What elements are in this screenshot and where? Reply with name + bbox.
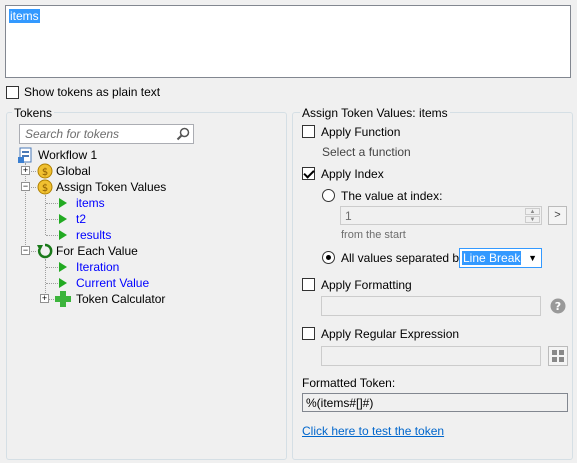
play-icon <box>59 230 67 240</box>
play-icon <box>59 198 67 208</box>
formatted-token-label: Formatted Token: <box>302 376 396 390</box>
all-values-label: All values separated by: <box>341 251 469 265</box>
spin-down-icon[interactable]: ▼ <box>525 216 540 223</box>
assign-expander[interactable]: − <box>21 182 30 191</box>
tree-item-foreach[interactable]: For Each Value <box>56 244 138 258</box>
index-value: 1 <box>345 209 352 223</box>
value-at-index-radio[interactable] <box>322 189 335 202</box>
tree-item-t2[interactable]: t2 <box>76 212 86 226</box>
apply-regex-label: Apply Regular Expression <box>321 327 460 341</box>
apply-index-checkbox[interactable] <box>302 167 315 180</box>
apply-formatting-label: Apply Formatting <box>321 278 412 292</box>
play-icon <box>59 214 67 224</box>
select-function-link[interactable]: Select a function <box>322 145 411 159</box>
play-icon <box>59 262 67 272</box>
chevron-right-icon: > <box>554 209 561 221</box>
formatted-token-field[interactable]: %(items#[]#) <box>302 393 568 412</box>
assign-group-title: Assign Token Values: items <box>300 106 450 120</box>
svg-text:$: $ <box>42 183 48 194</box>
formatted-token-value: %(items#[]#) <box>306 396 374 410</box>
calc-expander[interactable]: + <box>40 294 49 303</box>
apply-function-checkbox[interactable] <box>302 125 315 138</box>
apply-function-label: Apply Function <box>321 125 401 139</box>
global-expander[interactable]: + <box>21 166 30 175</box>
tree-item-current-value[interactable]: Current Value <box>76 276 149 290</box>
formatting-input[interactable] <box>321 296 541 316</box>
apply-formatting-checkbox[interactable] <box>302 278 315 291</box>
tree-item-iteration[interactable]: Iteration <box>76 260 119 274</box>
assign-token-icon: $ <box>37 179 53 195</box>
tree-item-assign[interactable]: Assign Token Values <box>56 180 166 194</box>
from-start-label: from the start <box>341 229 406 241</box>
svg-text:$: $ <box>42 167 48 178</box>
svg-text:?: ? <box>555 300 561 313</box>
help-icon[interactable]: ? <box>550 298 566 314</box>
apply-index-label: Apply Index <box>321 167 384 181</box>
spin-up-icon[interactable]: ▲ <box>525 208 540 215</box>
loop-icon <box>37 243 53 259</box>
grid-icon <box>552 350 564 362</box>
index-value-input[interactable]: 1 ▲ ▼ <box>340 206 542 225</box>
global-token-icon: $ <box>37 163 53 179</box>
token-tree: Workflow 1 + $ Global − $ Assign Token V… <box>0 0 287 463</box>
tree-item-results[interactable]: results <box>76 228 111 242</box>
index-next-button[interactable]: > <box>548 206 567 225</box>
chevron-down-icon: ▼ <box>528 253 537 263</box>
tree-item-workflow[interactable]: Workflow 1 <box>38 148 97 162</box>
separator-select[interactable]: Line Break ▼ <box>459 248 542 268</box>
value-at-index-label: The value at index: <box>341 189 443 203</box>
plus-icon <box>55 291 71 307</box>
apply-regex-checkbox[interactable] <box>302 327 315 340</box>
tree-item-items[interactable]: items <box>76 196 105 210</box>
foreach-expander[interactable]: − <box>21 246 30 255</box>
tree-item-global[interactable]: Global <box>56 164 91 178</box>
regex-input[interactable] <box>321 346 541 366</box>
tree-item-token-calculator[interactable]: Token Calculator <box>76 292 165 306</box>
test-token-link[interactable]: Click here to test the token <box>302 424 444 438</box>
regex-builder-button[interactable] <box>548 346 568 366</box>
workflow-icon <box>18 147 32 163</box>
play-icon <box>59 278 67 288</box>
all-values-radio[interactable] <box>322 251 335 264</box>
separator-value: Line Break <box>462 251 522 265</box>
